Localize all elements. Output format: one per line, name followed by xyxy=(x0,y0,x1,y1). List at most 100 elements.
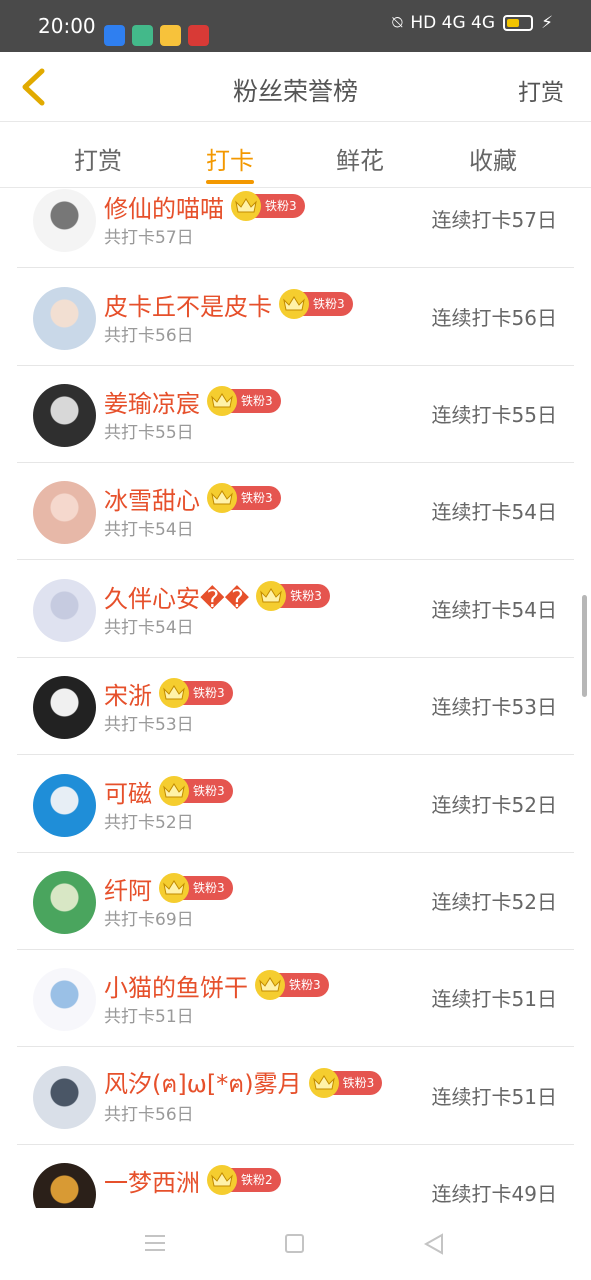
avatar[interactable] xyxy=(33,384,96,447)
crown-icon xyxy=(231,191,261,221)
fan-name-line: 皮卡丘不是皮卡 铁粉3 xyxy=(104,288,353,321)
crown-icon xyxy=(159,873,189,903)
checkin-streak: 连续打卡53日 xyxy=(431,695,557,719)
fan-level-badge: 铁粉3 xyxy=(159,776,233,806)
total-checkins: 共打卡57日 xyxy=(104,228,194,248)
list-item[interactable]: 皮卡丘不是皮卡 铁粉3 共打卡56日 连续打卡56日 xyxy=(0,269,591,366)
total-checkins: 共打卡52日 xyxy=(104,813,194,833)
network-indicators: HD 4G 4G xyxy=(410,13,496,33)
list-item[interactable]: 纤阿 铁粉3 共打卡69日 连续打卡52日 xyxy=(0,853,591,950)
avatar[interactable] xyxy=(33,579,96,642)
mute-icon: ⍉ xyxy=(392,13,403,33)
red-app-icon xyxy=(188,25,209,46)
fan-name: 一梦西洲 xyxy=(104,1168,200,1197)
fan-level-badge: 铁粉3 xyxy=(255,970,329,1000)
charging-icon: ⚡ xyxy=(541,13,553,33)
checkin-streak: 连续打卡51日 xyxy=(431,1085,557,1109)
crown-icon xyxy=(159,776,189,806)
total-checkins: 共打卡56日 xyxy=(104,326,194,346)
checkin-streak: 连续打卡51日 xyxy=(431,987,557,1011)
fan-name: 久伴心安�� xyxy=(104,584,250,613)
fan-name-line: 宋浙 铁粉3 xyxy=(104,677,233,710)
tab-reward[interactable]: 打赏 xyxy=(53,141,143,176)
fan-name-line: 一梦西洲 铁粉2 xyxy=(104,1164,281,1197)
list-item[interactable]: 冰雪甜心 铁粉3 共打卡54日 连续打卡54日 xyxy=(0,463,591,560)
fan-name: 冰雪甜心 xyxy=(104,486,200,515)
fan-level-badge: 铁粉3 xyxy=(207,386,281,416)
row-divider xyxy=(17,267,574,268)
total-checkins: 共打卡69日 xyxy=(104,910,194,930)
reward-action-button[interactable]: 打赏 xyxy=(518,73,564,107)
avatar[interactable] xyxy=(33,1163,96,1208)
total-checkins: 共打卡53日 xyxy=(104,715,194,735)
avatar[interactable] xyxy=(33,287,96,350)
fan-name-line: 纤阿 铁粉3 xyxy=(104,872,233,905)
list-item[interactable]: 小猫的鱼饼干 铁粉3 共打卡51日 连续打卡51日 xyxy=(0,950,591,1047)
page-title: 粉丝荣誉榜 xyxy=(232,77,358,106)
fan-name-line: 姜瑜凉宸 铁粉3 xyxy=(104,385,281,418)
avatar[interactable] xyxy=(33,871,96,934)
status-time: 20:00 xyxy=(38,14,96,38)
system-navigation-bar xyxy=(0,1208,591,1280)
fan-name: 修仙的喵喵 xyxy=(104,194,224,223)
blue-app-icon xyxy=(104,25,125,46)
battery-icon xyxy=(503,15,534,31)
list-item[interactable]: 姜瑜凉宸 铁粉3 共打卡55日 连续打卡55日 xyxy=(0,366,591,463)
scrollbar[interactable] xyxy=(582,595,587,697)
checkin-streak: 连续打卡56日 xyxy=(431,306,557,330)
list-item[interactable]: 久伴心安�� 铁粉3 共打卡54日 连续打卡54日 xyxy=(0,561,591,658)
fan-name: 宋浙 xyxy=(104,681,152,710)
tab-favorites[interactable]: 收藏 xyxy=(448,141,538,176)
total-checkins: 共打卡54日 xyxy=(104,618,194,638)
list-item[interactable]: 可磁 铁粉3 共打卡52日 连续打卡52日 xyxy=(0,756,591,853)
menu-icon[interactable] xyxy=(145,1235,165,1252)
tab-flowers[interactable]: 鲜花 xyxy=(315,141,405,176)
avatar[interactable] xyxy=(33,774,96,837)
checkin-ranking-list[interactable]: 修仙的喵喵 铁粉3 共打卡57日 连续打卡57日 皮卡丘不是皮卡 铁粉3 共打卡… xyxy=(0,189,591,1208)
list-item[interactable]: 宋浙 铁粉3 共打卡53日 连续打卡53日 xyxy=(0,658,591,755)
checkin-streak: 连续打卡54日 xyxy=(431,500,557,524)
checkin-streak: 连续打卡52日 xyxy=(431,793,557,817)
fan-name-line: 久伴心安�� 铁粉3 xyxy=(104,580,330,613)
fan-name: 小猫的鱼饼干 xyxy=(104,973,248,1002)
fan-name: 纤阿 xyxy=(104,876,152,905)
meituan-app-icon xyxy=(160,25,181,46)
home-icon[interactable] xyxy=(285,1234,304,1253)
fan-name: 风汐(ฅ]ω[*ฅ)雾月 xyxy=(104,1069,302,1098)
fan-name-line: 风汐(ฅ]ω[*ฅ)雾月 铁粉3 xyxy=(104,1067,383,1099)
crown-icon xyxy=(159,678,189,708)
fan-name-line: 冰雪甜心 铁粉3 xyxy=(104,482,281,515)
back-triangle-icon[interactable] xyxy=(423,1233,445,1255)
checkin-streak: 连续打卡55日 xyxy=(431,403,557,427)
fan-level-badge: 铁粉3 xyxy=(231,191,305,221)
crown-icon xyxy=(279,289,309,319)
checkin-streak: 连续打卡57日 xyxy=(431,208,557,232)
avatar[interactable] xyxy=(33,1066,96,1129)
avatar[interactable] xyxy=(33,481,96,544)
fan-name: 可磁 xyxy=(104,779,152,808)
avatar[interactable] xyxy=(33,676,96,739)
list-item[interactable]: 风汐(ฅ]ω[*ฅ)雾月 铁粉3 共打卡56日 连续打卡51日 xyxy=(0,1048,591,1145)
tab-checkin[interactable]: 打卡 xyxy=(185,141,275,176)
avatar[interactable] xyxy=(33,189,96,252)
crown-icon xyxy=(207,483,237,513)
fan-level-badge: 铁粉3 xyxy=(159,873,233,903)
list-item[interactable]: 一梦西洲 铁粉2 连续打卡49日 xyxy=(0,1145,591,1208)
checkin-streak: 连续打卡52日 xyxy=(431,890,557,914)
fan-level-badge: 铁粉3 xyxy=(279,289,353,319)
list-item[interactable]: 修仙的喵喵 铁粉3 共打卡57日 连续打卡57日 xyxy=(0,189,591,268)
fan-name-line: 修仙的喵喵 铁粉3 xyxy=(104,190,305,223)
fan-name-line: 可磁 铁粉3 xyxy=(104,775,233,808)
green-app-icon xyxy=(132,25,153,46)
fan-name-line: 小猫的鱼饼干 铁粉3 xyxy=(104,969,329,1002)
active-tab-indicator xyxy=(206,180,254,184)
crown-icon xyxy=(308,1068,339,1098)
avatar[interactable] xyxy=(33,968,96,1031)
status-bar: 20:00 ⍉ HD 4G 4G ⚡ xyxy=(0,0,591,52)
checkin-streak: 连续打卡54日 xyxy=(431,598,557,622)
fan-level-badge: 铁粉3 xyxy=(159,678,233,708)
top-bar: 粉丝荣誉榜 打赏 xyxy=(0,52,591,122)
fan-name: 皮卡丘不是皮卡 xyxy=(104,292,272,321)
total-checkins: 共打卡55日 xyxy=(104,423,194,443)
fan-level-badge: 铁粉3 xyxy=(256,581,330,611)
